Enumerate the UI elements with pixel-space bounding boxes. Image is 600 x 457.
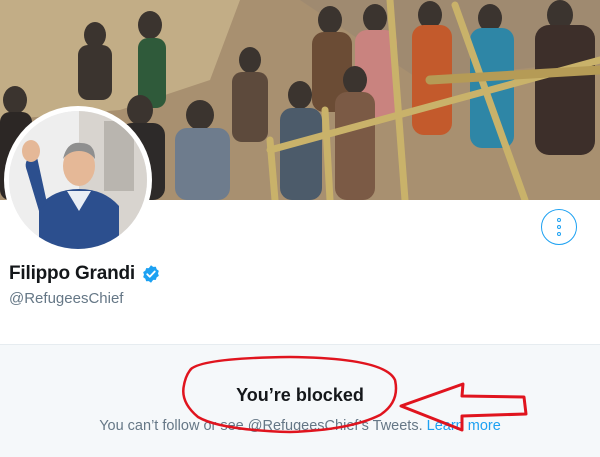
- blocked-description: You can’t follow or see @RefugeesChief’s…: [0, 418, 600, 434]
- profile-name-row: Filippo Grandi: [9, 263, 161, 285]
- verified-badge-icon: [143, 265, 159, 283]
- avatar-photo: [9, 111, 147, 249]
- blocked-title: You’re blocked: [236, 385, 364, 405]
- profile-avatar[interactable]: [4, 106, 152, 254]
- more-options-button[interactable]: [541, 209, 577, 245]
- learn-more-link[interactable]: Learn more: [427, 418, 501, 434]
- blocked-description-text: You can’t follow or see @RefugeesChief’s…: [99, 418, 423, 434]
- profile-name: Filippo Grandi: [9, 263, 135, 284]
- more-options-icon: [557, 218, 561, 236]
- profile-handle: @RefugeesChief: [9, 290, 124, 307]
